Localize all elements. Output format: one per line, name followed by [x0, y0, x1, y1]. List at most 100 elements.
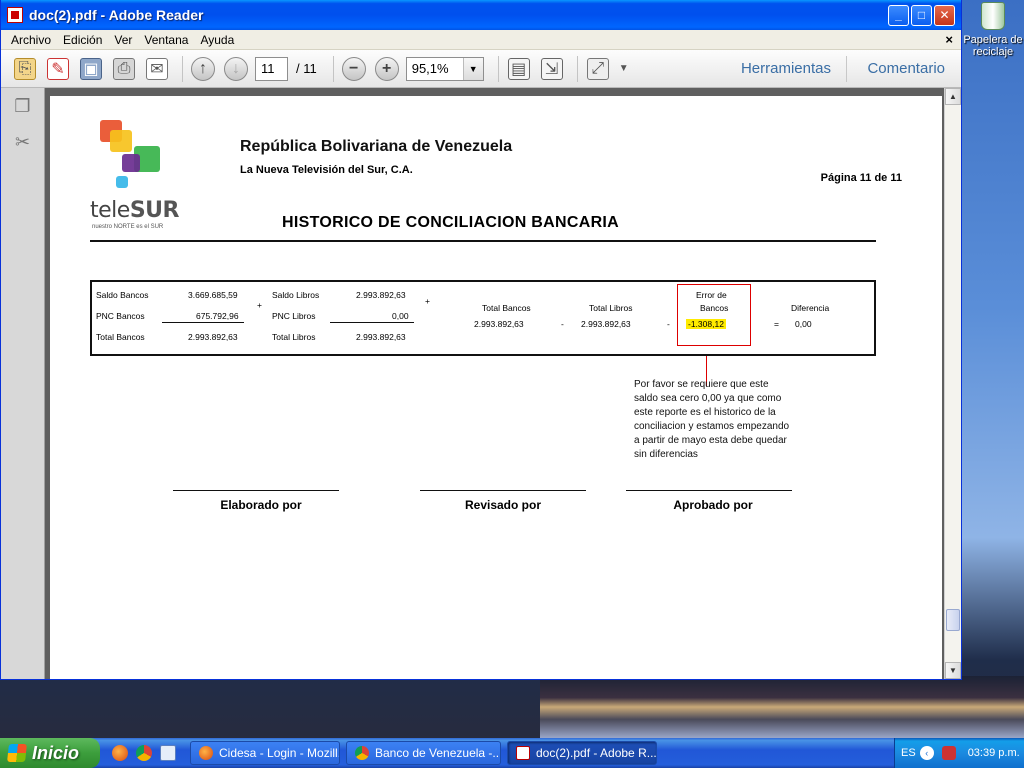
recycle-bin-label: Papelera de reciclaje: [963, 34, 1023, 58]
task-label: Cidesa - Login - Mozill...: [219, 746, 340, 760]
menu-edicion[interactable]: Edición: [57, 33, 108, 47]
print-icon[interactable]: ⎙: [110, 55, 138, 83]
value-total-libros: 2.993.892,63: [356, 332, 406, 342]
col-total-libros-header: Total Libros: [589, 303, 633, 313]
recycle-bin-shortcut[interactable]: Papelera de reciclaje: [962, 2, 1024, 58]
chrome-icon: [355, 746, 369, 760]
pdf-icon: [516, 746, 530, 760]
menu-ver[interactable]: Ver: [108, 33, 138, 47]
value-pnc-bancos: 675.792,96: [196, 311, 239, 321]
report-heading: HISTORICO DE CONCILIACION BANCARIA: [282, 214, 620, 231]
fullscreen-icon[interactable]: ⤢: [584, 55, 612, 83]
label-pnc-libros: PNC Libros: [272, 311, 316, 321]
signature-aprobado: Aprobado por: [673, 498, 753, 512]
start-button[interactable]: Inicio: [0, 738, 100, 768]
fit-page-icon[interactable]: ▤: [505, 55, 533, 83]
signature-revisado: Revisado por: [464, 498, 542, 512]
vertical-scrollbar[interactable]: ▲ ▼: [944, 88, 961, 679]
page-total: / 11: [296, 61, 317, 76]
maximize-button[interactable]: □: [911, 4, 932, 26]
document-title: República Bolivariana de Venezuela: [240, 138, 513, 155]
heading-rule: [90, 240, 876, 242]
scroll-down-icon[interactable]: ▼: [945, 662, 961, 679]
company-name: La Nueva Televisión del Sur, C.A.: [240, 164, 413, 176]
close-document-icon[interactable]: ×: [945, 32, 953, 47]
zoom-in-icon[interactable]: +: [373, 55, 401, 83]
signature-line: [173, 490, 339, 491]
page-thumbnails-icon[interactable]: ❐: [11, 96, 35, 120]
next-page-icon[interactable]: ↓: [222, 55, 250, 83]
menu-archivo[interactable]: Archivo: [5, 33, 57, 47]
zoom-value: 95,1%: [411, 61, 449, 76]
tools-pane-button[interactable]: Herramientas: [741, 60, 831, 77]
quick-launch: [112, 745, 184, 761]
equals-sign: =: [774, 319, 779, 329]
underline: [330, 322, 414, 323]
col-error-header-2: Bancos: [700, 303, 729, 313]
title-bar[interactable]: doc(2).pdf - Adobe Reader _ □ ✕: [1, 0, 961, 30]
language-indicator[interactable]: ES: [901, 747, 916, 759]
col-total-bancos-value: 2.993.892,63: [474, 319, 524, 329]
minimize-button[interactable]: _: [888, 4, 909, 26]
value-pnc-libros: 0,00: [392, 311, 409, 321]
toolbar-separator: [497, 55, 499, 82]
task-label: Banco de Venezuela -...: [375, 746, 501, 760]
create-pdf-icon[interactable]: ✎: [44, 55, 72, 83]
close-button[interactable]: ✕: [934, 4, 955, 26]
label-total-bancos: Total Bancos: [96, 332, 145, 342]
logo-square: [122, 154, 140, 172]
value-total-bancos: 2.993.892,63: [188, 332, 238, 342]
logo-square: [110, 130, 132, 152]
toolbar-separator: [332, 55, 334, 82]
task-firefox[interactable]: Cidesa - Login - Mozill...: [190, 741, 340, 765]
recycle-bin-icon: [981, 2, 1005, 30]
antivirus-shield-icon[interactable]: [941, 746, 956, 760]
show-desktop-icon[interactable]: [160, 745, 176, 761]
value-saldo-libros: 2.993.892,63: [356, 290, 406, 300]
toolbar-separator: [576, 55, 578, 82]
chevron-down-icon[interactable]: ▼: [462, 57, 483, 80]
save-icon[interactable]: ▣: [77, 55, 105, 83]
open-file-icon[interactable]: ⎘: [11, 55, 39, 83]
task-chrome[interactable]: Banco de Venezuela -...: [346, 741, 501, 765]
zoom-out-icon[interactable]: −: [340, 55, 368, 83]
pdf-page: teleSUR nuestro NORTE es el SUR Repúblic…: [50, 96, 942, 679]
plus-sign: +: [257, 300, 262, 310]
scroll-thumb[interactable]: [946, 609, 960, 631]
page-number-input[interactable]: 11: [255, 56, 288, 81]
underline: [162, 322, 244, 323]
more-tools-chevron-icon[interactable]: ▼: [617, 55, 631, 83]
label-total-libros: Total Libros: [272, 332, 316, 342]
toolbar-separator: [846, 56, 847, 82]
col-total-libros-value: 2.993.892,63: [581, 319, 631, 329]
comment-pane-button[interactable]: Comentario: [867, 60, 945, 77]
label-pnc-bancos: PNC Bancos: [96, 311, 145, 321]
firefox-icon: [199, 746, 213, 760]
task-label: doc(2).pdf - Adobe R...: [536, 746, 657, 760]
pdf-icon: [7, 7, 23, 23]
clock[interactable]: 03:39 p.m.: [968, 747, 1020, 759]
firefox-icon[interactable]: [112, 745, 128, 761]
menu-ayuda[interactable]: Ayuda: [194, 33, 240, 47]
col-diferencia-value: 0,00: [795, 319, 812, 329]
adobe-reader-window: doc(2).pdf - Adobe Reader _ □ ✕ Archivo …: [0, 0, 962, 680]
logo-tagline: nuestro NORTE es el SUR: [92, 224, 164, 230]
col-error-header-1: Error de: [696, 290, 727, 300]
attachments-paperclip-icon[interactable]: ✂: [11, 132, 35, 156]
chevron-left-icon[interactable]: ‹: [919, 746, 934, 760]
previous-page-icon[interactable]: ↑: [189, 55, 217, 83]
scroll-up-icon[interactable]: ▲: [945, 88, 961, 105]
desktop-wallpaper: [540, 676, 1024, 738]
zoom-select[interactable]: 95,1% ▼: [405, 56, 484, 81]
navigation-panel: ❐ ✂: [1, 88, 45, 679]
task-adobe-reader[interactable]: doc(2).pdf - Adobe R...: [507, 741, 657, 765]
logo-square: [116, 176, 128, 188]
chrome-icon[interactable]: [136, 745, 152, 761]
fit-width-icon[interactable]: ⇲: [538, 55, 566, 83]
annotation-note: Por favor se requiere que este saldo sea…: [634, 379, 790, 460]
menu-bar: Archivo Edición Ver Ventana Ayuda ×: [1, 30, 961, 50]
logo-wordmark: teleSUR: [90, 198, 179, 223]
menu-ventana[interactable]: Ventana: [138, 33, 194, 47]
col-total-bancos-header: Total Bancos: [482, 303, 531, 313]
email-icon[interactable]: ✉: [143, 55, 171, 83]
